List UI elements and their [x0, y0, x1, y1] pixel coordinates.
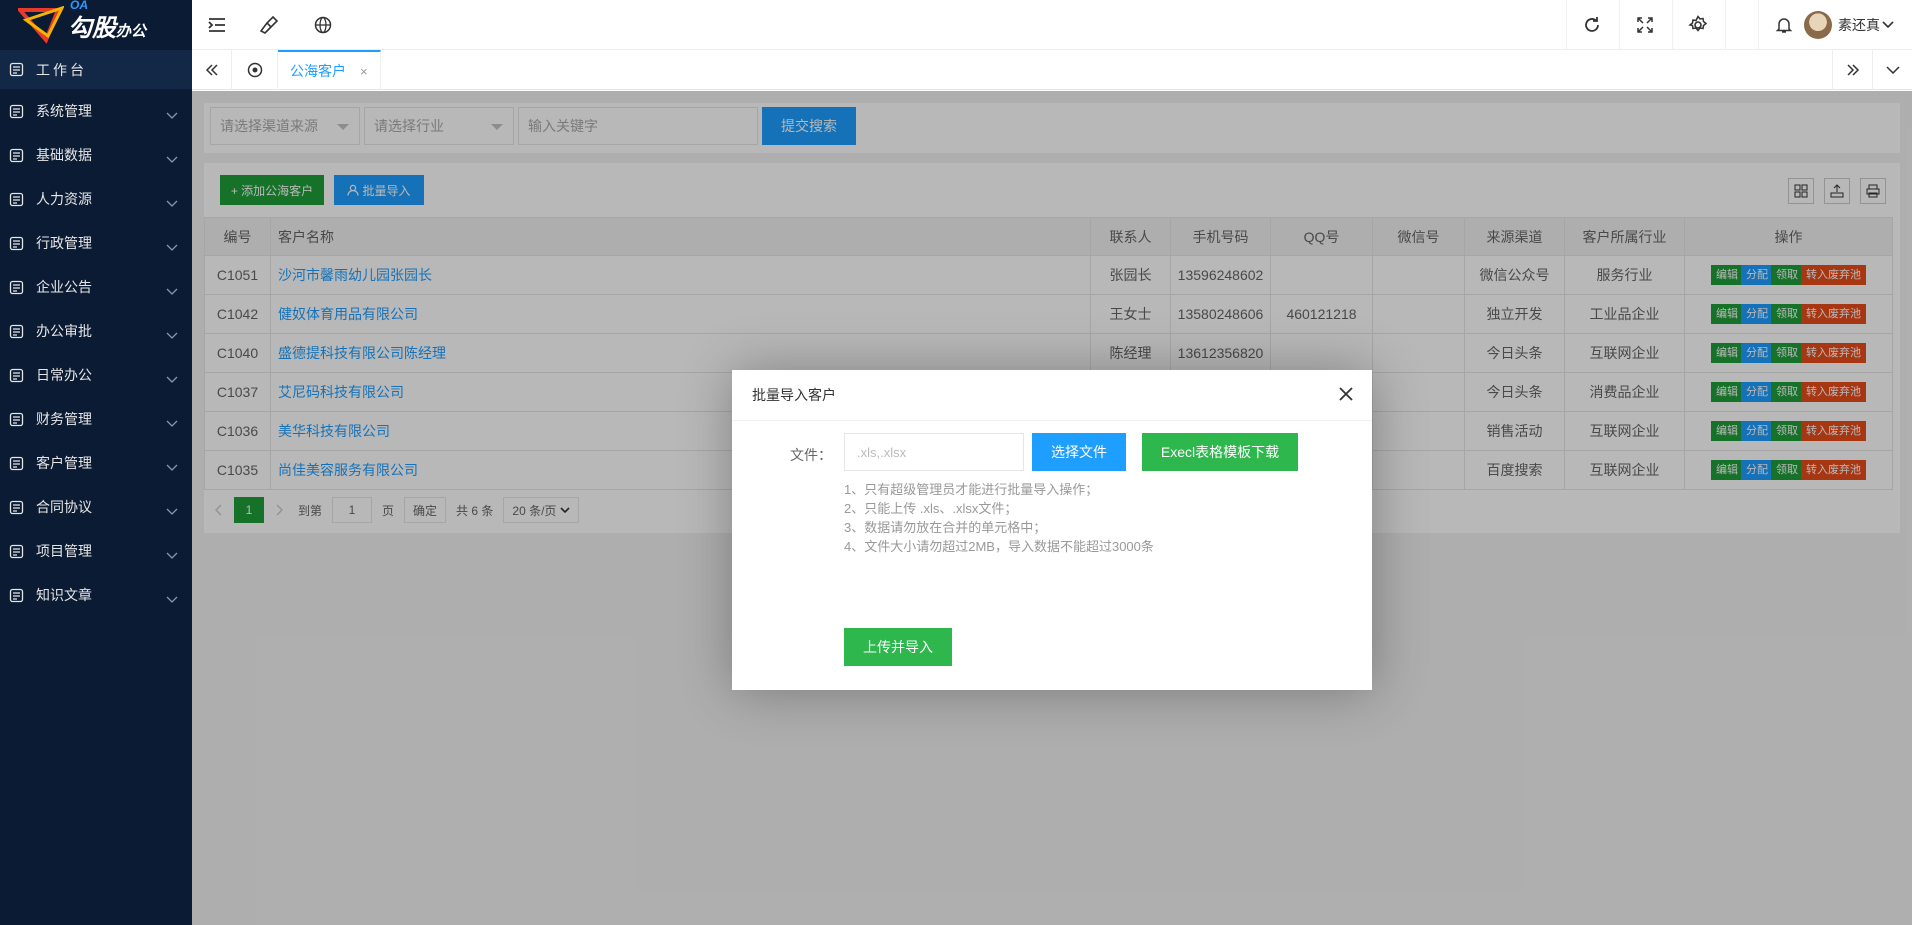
file-label: 文件： [790, 447, 832, 463]
calendar-icon [8, 367, 24, 383]
people-icon [8, 191, 24, 207]
settings-icon [8, 103, 24, 119]
tab-label: 公海客户 [290, 63, 346, 79]
sidebar-item[interactable]: 合同协议 [0, 485, 192, 529]
chevron-down-icon [1882, 21, 1894, 29]
dashboard-icon [8, 62, 24, 78]
sidebar-item-label: 人力资源 [36, 191, 92, 207]
sidebar-item[interactable]: 人力资源 [0, 177, 192, 221]
sidebar-item[interactable]: 日常办公 [0, 353, 192, 397]
logo-name: 勾股 [68, 14, 116, 42]
sidebar-item-label: 财务管理 [36, 411, 92, 427]
logo-text: OA 勾股办公 [68, 0, 147, 43]
chevron-down-icon [166, 151, 178, 167]
sidebar-item-label: 项目管理 [36, 543, 92, 559]
sidebar-item-label: 合同协议 [36, 499, 92, 515]
sidebar-item-label: 基础数据 [36, 147, 92, 163]
globe-icon[interactable] [298, 0, 348, 50]
chevron-down-icon [166, 327, 178, 343]
batch-import-modal: 批量导入客户 文件： .xls,.xlsx 选择文件 Execl表格模板下载 1… [732, 370, 1372, 690]
tabs-menu-chevron-icon[interactable] [1872, 50, 1912, 90]
user-name: 素还真 [1838, 17, 1880, 33]
sidebar-item[interactable]: 基础数据 [0, 133, 192, 177]
file-input[interactable]: .xls,.xlsx [844, 433, 1024, 471]
modal-header: 批量导入客户 [732, 370, 1372, 421]
sidebar-item[interactable]: 企业公告 [0, 265, 192, 309]
sidebar: OA 勾股办公 工作台系统管理基础数据人力资源行政管理企业公告办公审批日常办公财… [0, 0, 192, 925]
chevron-down-icon [166, 283, 178, 299]
logo-suffix: 办公 [116, 22, 147, 40]
sidebar-item-label: 工作台 [36, 61, 87, 78]
finance-icon [8, 411, 24, 427]
chevron-down-icon [166, 547, 178, 563]
logo-mark-icon [18, 6, 64, 44]
user-menu[interactable]: 素还真 [1804, 0, 1894, 50]
modal-title: 批量导入客户 [752, 387, 836, 403]
sidebar-item-label: 客户管理 [36, 455, 92, 471]
chevron-down-icon [166, 239, 178, 255]
tabs-bar: 公海客户 × [192, 50, 1912, 90]
note-item: 1、只有超级管理员才能进行批量导入操作； [844, 482, 1099, 497]
contract-icon [8, 499, 24, 515]
sidebar-item[interactable]: 财务管理 [0, 397, 192, 441]
upload-import-label: 上传并导入 [863, 639, 933, 655]
notification-bell-icon[interactable] [1758, 0, 1808, 50]
sidebar-item-label: 企业公告 [36, 279, 92, 295]
chevron-down-icon [166, 503, 178, 519]
sidebar-item[interactable]: 办公审批 [0, 309, 192, 353]
sidebar-item-label: 办公审批 [36, 323, 92, 339]
sidebar-item[interactable]: 系统管理 [0, 89, 192, 133]
bell-icon [8, 279, 24, 295]
refresh-icon[interactable] [1566, 0, 1616, 50]
sidebar-item-label: 行政管理 [36, 235, 92, 251]
choose-file-button[interactable]: 选择文件 [1032, 433, 1126, 471]
menu-toggle-icon[interactable] [192, 0, 242, 50]
chevron-down-icon [166, 195, 178, 211]
project-icon [8, 543, 24, 559]
approve-icon [8, 323, 24, 339]
customer-icon [8, 455, 24, 471]
sidebar-item[interactable]: 行政管理 [0, 221, 192, 265]
chevron-down-icon [166, 591, 178, 607]
import-notes: 1、只有超级管理员才能进行批量导入操作； 2、只能上传 .xls、.xlsx文件… [844, 480, 1154, 556]
tab-close-icon[interactable]: × [360, 64, 368, 79]
sidebar-item-label: 系统管理 [36, 103, 92, 119]
settings-gear-icon[interactable] [1672, 0, 1722, 50]
template-download-button[interactable]: Execl表格模板下载 [1142, 433, 1298, 471]
sidebar-item[interactable]: 工作台 [0, 50, 192, 89]
sidebar-item[interactable]: 知识文章 [0, 573, 192, 617]
note-item: 2、只能上传 .xls、.xlsx文件； [844, 501, 1018, 516]
logo-oa: OA [70, 0, 88, 12]
topbar: 素还真 [192, 0, 1912, 50]
chevron-down-icon [166, 107, 178, 123]
note-item: 4、文件大小请勿超过2MB，导入数据不能超过3000条 [844, 539, 1154, 554]
template-download-label: Execl表格模板下载 [1160, 444, 1280, 460]
chevron-down-icon [166, 459, 178, 475]
fullscreen-icon[interactable] [1619, 0, 1669, 50]
data-icon [8, 147, 24, 163]
clear-cache-icon[interactable] [244, 0, 294, 50]
tabs-scroll-right-icon[interactable] [1832, 50, 1872, 90]
avatar [1804, 11, 1832, 39]
logo: OA 勾股办公 [0, 0, 192, 50]
sidebar-menu: 工作台系统管理基础数据人力资源行政管理企业公告办公审批日常办公财务管理客户管理合… [0, 50, 192, 617]
note-item: 3、数据请勿放在合并的单元格中； [844, 520, 1047, 535]
choose-file-label: 选择文件 [1051, 444, 1107, 460]
close-icon[interactable] [1334, 382, 1358, 406]
chevron-down-icon [166, 371, 178, 387]
chevron-down-icon [166, 415, 178, 431]
upload-import-button[interactable]: 上传并导入 [844, 628, 952, 666]
sidebar-item[interactable]: 客户管理 [0, 441, 192, 485]
home-tab-icon[interactable] [232, 50, 278, 90]
sidebar-item-label: 知识文章 [36, 587, 92, 603]
sidebar-item[interactable]: 项目管理 [0, 529, 192, 573]
admin-icon [8, 235, 24, 251]
sidebar-item-label: 日常办公 [36, 367, 92, 383]
file-placeholder: .xls,.xlsx [857, 444, 907, 460]
tab-active[interactable]: 公海客户 × [278, 50, 381, 90]
article-icon [8, 587, 24, 603]
tabs-scroll-left-icon[interactable] [192, 50, 232, 90]
